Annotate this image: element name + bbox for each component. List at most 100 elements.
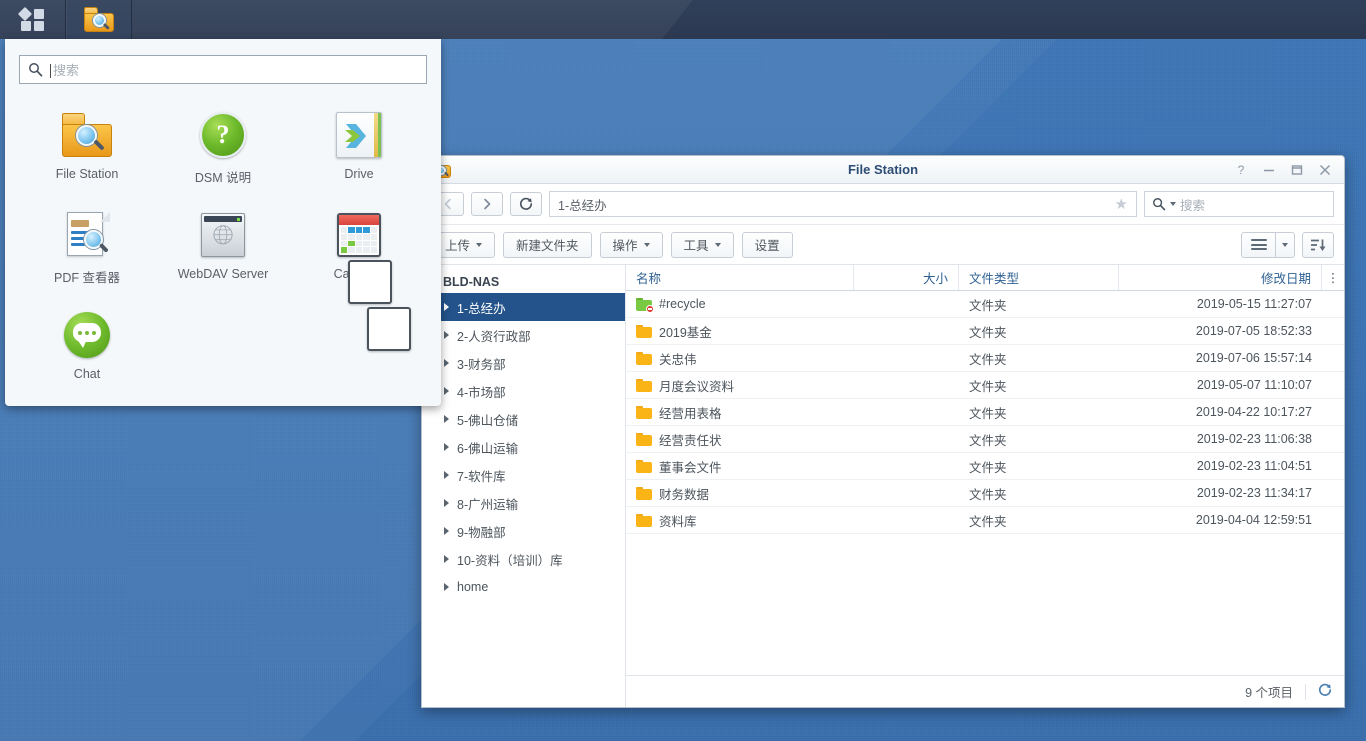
row-date-cell: 2019-02-23 11:06:38 [1119,426,1322,452]
folder-tree-panel: BLD-NAS 1-总经办 2-人资行政部 3-财务部 4-市场部 [422,265,626,707]
app-menu-panel: 搜索 File Station ? DSM 说明 [5,39,441,406]
tree-item-8[interactable]: 8-广州运输 [422,489,625,517]
file-search-box[interactable]: 搜索 [1144,191,1334,217]
column-options-menu-icon[interactable]: ⋮ [1322,265,1344,290]
row-name-cell: 月度会议资料 [626,372,854,398]
chevron-right-icon[interactable] [444,555,449,563]
tree-item-7[interactable]: 7-软件库 [422,461,625,489]
row-date-cell: 2019-04-22 10:17:27 [1119,399,1322,425]
folder-icon [636,460,652,473]
column-header-label: 大小 [923,268,948,287]
view-mode-button[interactable] [1241,232,1275,258]
maximize-button[interactable] [1284,159,1310,181]
chevron-right-icon[interactable] [444,331,449,339]
chevron-right-icon[interactable] [444,499,449,507]
tree-item-6[interactable]: 6-佛山运输 [422,433,625,461]
app-item-label: WebDAV Server [178,267,269,281]
table-row[interactable]: #recycle 文件夹 2019-05-15 11:27:07 [626,291,1344,318]
table-row[interactable]: 月度会议资料 文件夹 2019-05-07 11:10:07 [626,372,1344,399]
app-menu-search-box[interactable]: 搜索 [19,55,427,84]
help-button[interactable]: ? [1228,159,1254,181]
upload-button[interactable]: 上传 [432,232,495,258]
table-row[interactable]: 经营用表格 文件夹 2019-04-22 10:17:27 [626,399,1344,426]
chevron-right-icon[interactable] [444,443,449,451]
table-row[interactable]: 财务数据 文件夹 2019-02-23 11:34:17 [626,480,1344,507]
tree-item-4[interactable]: 4-市场部 [422,377,625,405]
chevron-right-icon[interactable] [444,471,449,479]
sort-button[interactable] [1302,232,1334,258]
chevron-down-icon[interactable] [1170,202,1176,206]
app-item-label: File Station [56,167,119,181]
tree-root-bld-nas[interactable]: BLD-NAS [422,271,625,293]
grid-apps-icon [20,8,46,32]
row-name-label: 月度会议资料 [659,376,734,395]
app-item-file-station[interactable]: File Station [19,104,155,194]
chevron-right-icon[interactable] [444,415,449,423]
tools-button[interactable]: 工具 [671,232,734,258]
column-header-name[interactable]: 名称 [626,265,854,290]
column-header-date[interactable]: 修改日期 [1119,265,1322,290]
table-row[interactable]: 董事会文件 文件夹 2019-02-23 11:04:51 [626,453,1344,480]
table-row[interactable]: 资料库 文件夹 2019-04-04 12:59:51 [626,507,1344,534]
app-item-calendar[interactable]: Calendar [291,204,427,294]
table-row[interactable]: 经营责任状 文件夹 2019-02-23 11:06:38 [626,426,1344,453]
app-item-label: Chat [74,367,100,381]
refresh-button[interactable] [510,192,542,216]
folder-icon [636,379,652,392]
app-item-pdf-viewer[interactable]: PDF 查看器 [19,204,155,294]
chevron-right-icon[interactable] [444,303,449,311]
chevron-right-icon[interactable] [444,527,449,535]
app-item-drive[interactable]: Drive [291,104,427,194]
app-item-label: DSM 说明 [195,167,251,186]
app-item-dsm-help[interactable]: ? DSM 说明 [155,104,291,194]
row-date-cell: 2019-07-05 18:52:33 [1119,318,1322,344]
window-title: File Station [422,162,1344,177]
action-button[interactable]: 操作 [600,232,663,258]
recycle-folder-icon [636,298,652,311]
chevron-right-icon[interactable] [444,583,449,591]
address-bar[interactable]: 1-总经办 ★ [549,191,1137,217]
file-station-icon [84,7,114,32]
folder-icon [636,325,652,338]
file-list-header: 名称 大小 文件类型 修改日期 ⋮ [626,265,1344,291]
app-item-chat[interactable]: Chat [19,304,155,389]
row-type-cell: 文件夹 [959,480,1119,506]
toolbar: 上传 新建文件夹 操作 工具 设置 [422,225,1344,265]
row-name-cell: 经营责任状 [626,426,854,452]
taskbar-main-menu-button[interactable] [0,0,66,39]
pdf-viewer-icon [62,210,112,260]
navigation-bar: 1-总经办 ★ 搜索 [422,184,1344,225]
tree-item-2[interactable]: 2-人资行政部 [422,321,625,349]
settings-button[interactable]: 设置 [742,232,793,258]
chevron-right-icon[interactable] [444,387,449,395]
row-type-cell: 文件夹 [959,426,1119,452]
table-row[interactable]: 2019基金 文件夹 2019-07-05 18:52:33 [626,318,1344,345]
row-size-cell [854,480,959,506]
favorite-star-icon[interactable]: ★ [1115,195,1128,213]
tree-item-3[interactable]: 3-财务部 [422,349,625,377]
window-titlebar[interactable]: File Station ? [422,156,1344,184]
search-icon [28,62,43,77]
tree-item-9[interactable]: 9-物融部 [422,517,625,545]
column-header-label: 修改日期 [1261,268,1311,287]
row-size-cell [854,372,959,398]
view-mode-dropdown-button[interactable] [1275,232,1295,258]
close-button[interactable] [1312,159,1338,181]
tree-item-1[interactable]: 1-总经办 [422,293,625,321]
minimize-button[interactable] [1256,159,1282,181]
tree-item-10[interactable]: 10-资料（培训）库 [422,545,625,573]
column-header-size[interactable]: 大小 [854,265,959,290]
status-refresh-button[interactable] [1318,683,1332,700]
forward-button[interactable] [471,192,503,216]
row-name-label: 财务数据 [659,484,709,503]
new-folder-button[interactable]: 新建文件夹 [503,232,592,258]
app-item-webdav-server[interactable]: WebDAV Server [155,204,291,294]
row-name-label: #recycle [659,297,706,311]
taskbar-item-file-station[interactable] [66,0,132,39]
column-header-type[interactable]: 文件类型 [959,265,1119,290]
tree-item-5[interactable]: 5-佛山仓储 [422,405,625,433]
table-row[interactable]: 关忠伟 文件夹 2019-07-06 15:57:14 [626,345,1344,372]
tree-item-home[interactable]: home [422,573,625,601]
column-header-label: 文件类型 [969,268,1019,287]
chevron-right-icon[interactable] [444,359,449,367]
